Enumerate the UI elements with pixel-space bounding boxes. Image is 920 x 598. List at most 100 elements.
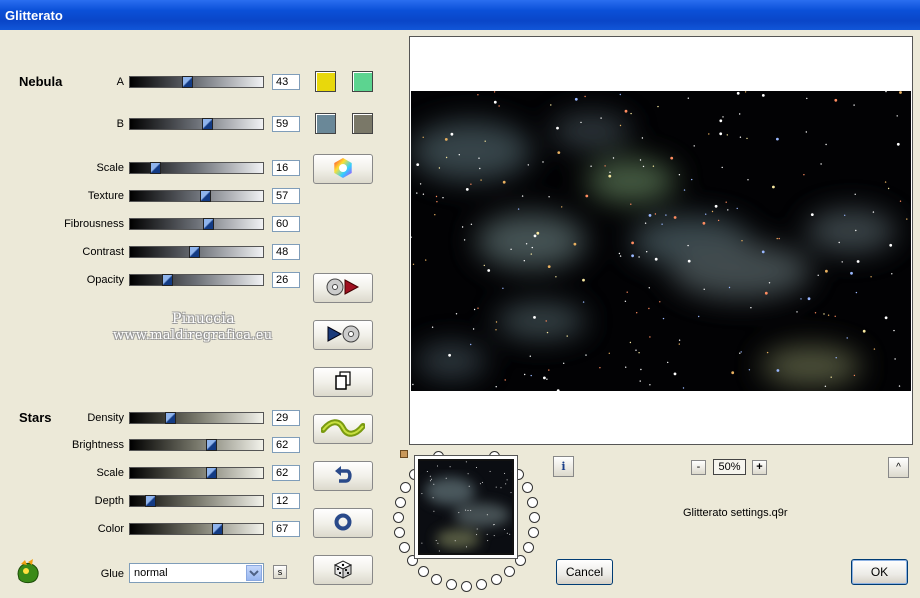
info-button[interactable]: i (553, 456, 574, 477)
slider-thumb[interactable] (161, 274, 173, 286)
navigator-ring-dot[interactable] (522, 541, 534, 553)
nebula-b-slider[interactable] (129, 118, 264, 130)
star-dot (630, 112, 632, 115)
nebula-a-value[interactable]: 43 (272, 74, 300, 90)
navigator-ring-dot[interactable] (476, 579, 488, 591)
dropdown-arrow-icon[interactable] (246, 565, 262, 581)
nebula-contrast-value[interactable]: 48 (272, 244, 300, 260)
load-preset-button[interactable] (313, 273, 373, 303)
zoom-out-button[interactable]: - (691, 460, 706, 475)
navigator-ring-dot[interactable] (514, 554, 526, 566)
slider-thumb[interactable] (165, 412, 177, 424)
stars-scale-value[interactable]: 62 (272, 465, 300, 481)
stars-depth-slider[interactable] (129, 495, 264, 507)
navigator-ring-dot[interactable] (461, 581, 472, 592)
navigator-ring-dot[interactable] (503, 565, 515, 577)
navigator-ring-dot[interactable] (431, 574, 443, 586)
glue-select[interactable]: normal (129, 563, 264, 583)
navigator-ring-dot[interactable] (526, 496, 538, 508)
star-dot (772, 185, 775, 189)
navigator-ring-dot[interactable] (407, 554, 419, 566)
nebula-scale-slider[interactable] (129, 162, 264, 174)
nebula-a-primary-swatch[interactable] (315, 71, 336, 92)
nebula-fibrousness-label: Fibrousness (64, 218, 124, 230)
glue-s-button[interactable]: s (273, 565, 287, 579)
navigator-ring-dot[interactable] (400, 482, 412, 494)
star-dot (454, 540, 456, 542)
stars-density-slider[interactable] (129, 412, 264, 424)
star-dot (416, 192, 418, 194)
star-dot (693, 145, 695, 147)
star-dot (776, 137, 779, 141)
star-dot (820, 163, 822, 165)
navigator-ring-dot[interactable] (418, 565, 430, 577)
zoom-in-button[interactable]: + (752, 460, 767, 475)
star-dot (885, 91, 887, 93)
cancel-button[interactable]: Cancel (556, 559, 613, 585)
stars-brightness-value[interactable]: 62 (272, 437, 300, 453)
star-dot (517, 208, 520, 210)
slider-thumb[interactable] (201, 118, 213, 130)
stars-scale-slider[interactable] (129, 467, 264, 479)
slider-thumb[interactable] (149, 162, 161, 174)
navigator-ring-dot[interactable] (521, 482, 533, 494)
undo-button[interactable] (313, 461, 373, 491)
navigator-ring-dot[interactable] (393, 511, 404, 523)
nebula-opacity-slider[interactable] (129, 274, 264, 286)
nebula-fibrousness-slider[interactable] (129, 218, 264, 230)
nebula-b-value[interactable]: 59 (272, 116, 300, 132)
star-dot (630, 203, 632, 205)
color-wheel-button[interactable] (313, 154, 373, 184)
copy-button[interactable] (313, 367, 373, 397)
slider-thumb[interactable] (211, 523, 223, 535)
star-dot (741, 240, 743, 242)
stars-brightness-slider[interactable] (129, 439, 264, 451)
nebula-b-primary-swatch[interactable] (315, 113, 336, 134)
randomize-wave-button[interactable] (313, 414, 373, 444)
slider-thumb[interactable] (203, 218, 215, 230)
star-dot (483, 264, 485, 267)
star-dot (498, 105, 500, 107)
nebula-b-secondary-swatch[interactable] (352, 113, 373, 134)
random-dice-button[interactable] (313, 555, 373, 585)
slider-thumb[interactable] (144, 495, 156, 507)
slider-thumb[interactable] (205, 467, 217, 479)
nebula-contrast-slider[interactable] (129, 246, 264, 258)
navigator-ring-dot[interactable] (445, 579, 457, 591)
star-dot (844, 214, 846, 216)
slider-thumb[interactable] (199, 190, 211, 202)
stars-depth-value[interactable]: 12 (272, 493, 300, 509)
nebula-texture-value[interactable]: 57 (272, 188, 300, 204)
star-dot (670, 156, 674, 160)
navigator-ring-dot[interactable] (513, 469, 525, 481)
nebula-a-slider[interactable] (129, 76, 264, 88)
stars-color-value[interactable]: 67 (272, 521, 300, 537)
slider-thumb[interactable] (188, 246, 200, 258)
nebula-texture-slider[interactable] (129, 190, 264, 202)
nebula-fibrousness-value[interactable]: 60 (272, 216, 300, 232)
navigator-ring-dot[interactable] (490, 574, 502, 586)
star-dot (412, 383, 414, 386)
navigator-ring-dot[interactable] (394, 527, 406, 539)
navigator-ring-dot[interactable] (399, 541, 411, 553)
star-dot (678, 343, 680, 345)
slider-thumb[interactable] (205, 439, 217, 451)
collapse-button[interactable]: ^ (888, 457, 909, 478)
nebula-a-secondary-swatch[interactable] (352, 71, 373, 92)
slider-thumb[interactable] (182, 76, 194, 88)
reset-button[interactable] (313, 508, 373, 538)
star-dot (661, 223, 663, 225)
stars-color-slider[interactable] (129, 523, 264, 535)
navigator-ring-dot[interactable] (395, 496, 406, 508)
navigator-thumbnail[interactable] (418, 459, 514, 555)
preview-panel[interactable] (409, 36, 913, 445)
nebula-opacity-value[interactable]: 26 (272, 272, 300, 288)
navigator-ring-dot[interactable] (527, 527, 539, 539)
undo-arrow-icon (333, 465, 353, 488)
nebula-scale-value[interactable]: 16 (272, 160, 300, 176)
stars-density-value[interactable]: 29 (272, 410, 300, 426)
navigator-handle[interactable] (400, 450, 408, 458)
ok-button[interactable]: OK (851, 559, 908, 585)
save-preset-button[interactable] (313, 320, 373, 350)
navigator-ring-dot[interactable] (528, 511, 540, 523)
